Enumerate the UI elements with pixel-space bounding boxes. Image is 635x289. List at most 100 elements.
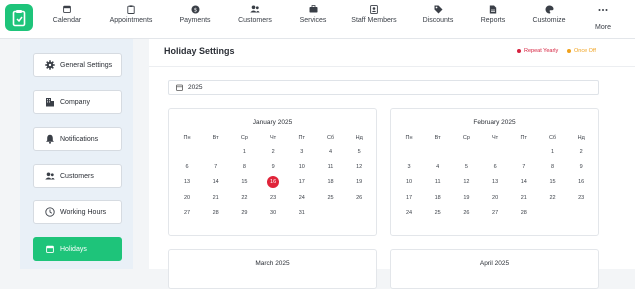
day-cell[interactable]: 26 — [456, 208, 476, 219]
day-cell[interactable]: 21 — [206, 193, 226, 204]
nav-customize[interactable]: Customize — [519, 5, 579, 35]
day-cell[interactable]: 7 — [514, 162, 534, 173]
nav-services[interactable]: Services — [283, 5, 343, 35]
nav-reports[interactable]: Reports — [463, 5, 523, 35]
day-number: 23 — [578, 194, 585, 201]
nav-staff-members[interactable]: Staff Members — [344, 5, 404, 35]
weekday-header: Вт — [212, 135, 219, 141]
day-cell[interactable]: 23 — [571, 193, 591, 204]
day-cell[interactable]: 26 — [349, 193, 369, 204]
day-number: 9 — [271, 164, 275, 171]
day-cell[interactable]: 2 — [263, 147, 283, 158]
day-cell[interactable]: 21 — [514, 193, 534, 204]
day-cell[interactable]: 1 — [543, 147, 563, 158]
day-cell[interactable]: 31 — [292, 208, 312, 219]
day-cell[interactable]: 16 — [571, 177, 591, 188]
day-cell[interactable]: 10 — [399, 177, 419, 188]
day-cell[interactable]: 14 — [514, 177, 534, 188]
day-cell[interactable]: 19 — [456, 193, 476, 204]
day-cell[interactable]: 3 — [399, 162, 419, 173]
day-cell[interactable]: 20 — [177, 193, 197, 204]
briefcase-icon — [283, 5, 343, 14]
day-cell[interactable]: 27 — [485, 208, 505, 219]
day-cell[interactable]: 9 — [263, 162, 283, 173]
day-cell[interactable]: 10 — [292, 162, 312, 173]
day-cell[interactable]: 5 — [456, 162, 476, 173]
day-cell[interactable]: 4 — [428, 162, 448, 173]
day-cell[interactable]: 29 — [234, 208, 254, 219]
day-cell[interactable]: 22 — [543, 193, 563, 204]
day-cell[interactable]: 24 — [399, 208, 419, 219]
day-cell[interactable]: 11 — [428, 177, 448, 188]
day-cell[interactable]: 2 — [571, 147, 591, 158]
sidebar-item-label: Working Hours — [60, 208, 107, 216]
nav-appointments[interactable]: Appointments — [101, 5, 161, 35]
day-cell[interactable]: 15 — [543, 177, 563, 188]
day-number: 27 — [492, 209, 499, 216]
day-cell[interactable]: 5 — [349, 147, 369, 158]
day-cell[interactable]: 13 — [485, 177, 505, 188]
nav-calendar[interactable]: Calendar — [37, 5, 97, 35]
day-number: 4 — [328, 149, 333, 155]
day-cell[interactable]: 4 — [321, 147, 341, 158]
day-cell[interactable]: 11 — [321, 162, 341, 173]
building-icon — [45, 97, 55, 107]
nav-discounts[interactable]: Discounts — [408, 5, 468, 35]
nav-payments[interactable]: $ Payments — [165, 5, 225, 35]
day-number: 19 — [463, 194, 470, 201]
day-cell[interactable]: 3 — [292, 147, 312, 158]
day-number: 3 — [407, 164, 411, 171]
day-number: 15 — [549, 179, 556, 186]
sidebar-item-working-hours[interactable]: Working Hours — [33, 200, 122, 224]
day-cell[interactable]: 17 — [399, 193, 419, 204]
day-number: 8 — [242, 164, 246, 171]
sidebar-item-company[interactable]: Company — [33, 90, 122, 114]
day-cell[interactable]: 18 — [428, 193, 448, 204]
day-cell[interactable]: 18 — [321, 177, 341, 188]
day-cell[interactable]: 17 — [292, 177, 312, 188]
day-number: 11 — [327, 164, 334, 171]
nav-label: More — [595, 24, 611, 31]
day-cell[interactable]: 6 — [485, 162, 505, 173]
holiday-settings-panel: Holiday Settings Repeat Yearly Once Off … — [149, 39, 635, 289]
day-cell[interactable]: 8 — [543, 162, 563, 173]
day-cell[interactable]: 28 — [514, 208, 534, 219]
year-selector[interactable]: 2025 — [168, 80, 599, 95]
sidebar-item-general-settings[interactable]: General Settings — [33, 53, 122, 77]
day-cell[interactable]: 28 — [206, 208, 226, 219]
day-cell[interactable]: 13 — [177, 177, 197, 188]
sidebar-item-notifications[interactable]: Notifications — [33, 127, 122, 151]
day-cell[interactable]: 20 — [485, 193, 505, 204]
weekday-header: Пн — [183, 135, 191, 141]
day-cell[interactable]: 25 — [428, 208, 448, 219]
day-number: 18 — [327, 179, 334, 186]
day-cell[interactable]: 1 — [234, 147, 254, 158]
nav-more[interactable]: More — [573, 8, 633, 38]
calendar-icon — [45, 244, 55, 254]
day-cell[interactable]: 7 — [206, 162, 226, 173]
sidebar-item-holidays[interactable]: Holidays — [33, 237, 122, 261]
nav-label: Customize — [532, 17, 566, 24]
day-cell[interactable]: 8 — [234, 162, 254, 173]
day-cell[interactable]: 9 — [571, 162, 591, 173]
day-cell[interactable]: 23 — [263, 193, 283, 204]
app-logo[interactable] — [5, 4, 33, 31]
nav-customers[interactable]: Customers — [225, 5, 285, 35]
day-number: 21 — [212, 194, 219, 201]
day-number: 4 — [436, 164, 440, 171]
day-cell[interactable]: 15 — [234, 177, 254, 188]
legend-label: Repeat Yearly — [524, 48, 559, 54]
day-cell[interactable]: 12 — [456, 177, 476, 188]
holiday-day[interactable]: 16 — [263, 176, 283, 189]
day-cell[interactable]: 22 — [234, 193, 254, 204]
day-number: 24 — [298, 194, 305, 201]
day-cell[interactable]: 6 — [177, 162, 197, 173]
day-cell[interactable]: 12 — [349, 162, 369, 173]
day-cell[interactable]: 25 — [321, 193, 341, 204]
day-cell[interactable]: 24 — [292, 193, 312, 204]
day-cell[interactable]: 14 — [206, 177, 226, 188]
day-cell[interactable]: 19 — [349, 177, 369, 188]
day-cell[interactable]: 27 — [177, 208, 197, 219]
day-cell[interactable]: 30 — [263, 208, 283, 219]
sidebar-item-customers[interactable]: Customers — [33, 164, 122, 188]
